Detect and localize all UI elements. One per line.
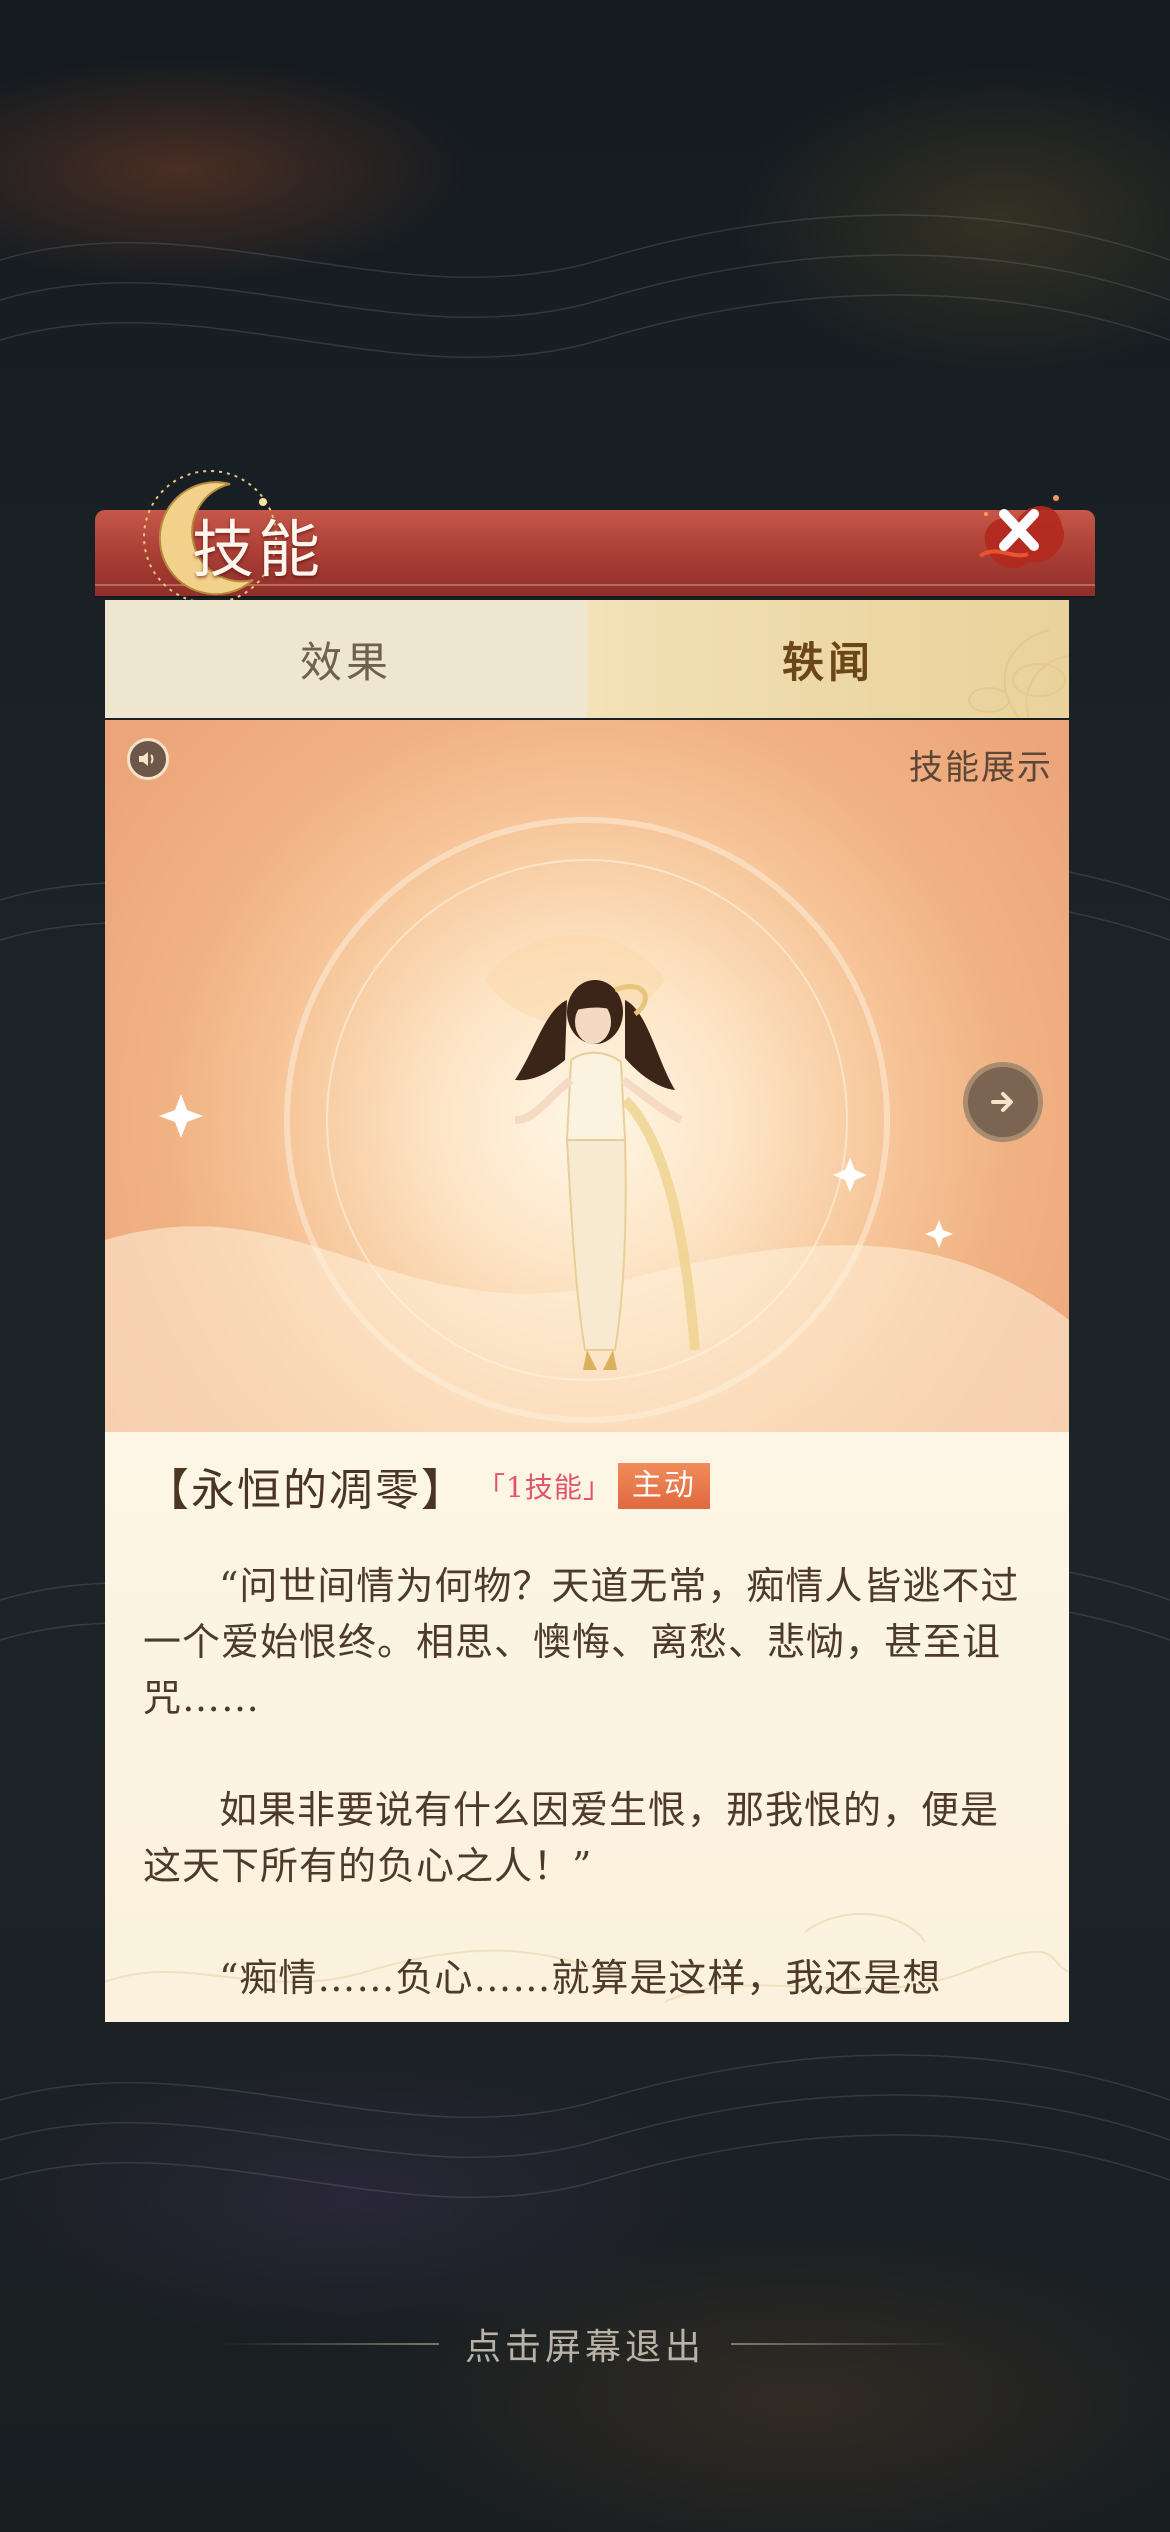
tab-lore[interactable]: 轶闻 [587,600,1069,718]
skill-slot-tag: 「1技能」 [477,1471,612,1504]
character-illustration [514,980,700,1370]
next-skill-button[interactable] [963,1062,1043,1142]
skill-description: 【永恒的凋零】 「1技能」 主动 “问世间情为何物？天道无常，痴情人皆逃不过一个… [105,1432,1069,2022]
speaker-icon [139,752,154,766]
page-title: 技能 [192,513,325,586]
skill-name: 【永恒的凋零】 [145,1465,467,1516]
tab-lore-label: 轶闻 [781,637,874,687]
lore-paragraph: “问世间情为何物？天道无常，痴情人皆逃不过一个爱始恨终。相思、懊悔、离愁、悲恸，… [143,1564,1020,1720]
lore-text[interactable]: “问世间情为何物？天道无常，痴情人皆逃不过一个爱始恨终。相思、懊悔、离愁、悲恸，… [143,1558,1033,2006]
lore-paragraph: 如果非要说有什么因爱生恨，那我恨的，便是这天下所有的负心之人！” [143,1788,1000,1888]
arrow-right-icon [991,1092,1013,1112]
close-button[interactable] [958,470,1078,590]
exit-hint-text: 点击屏幕退出 [464,2327,705,2368]
tab-bar: 效果 轶闻 [105,600,1069,718]
tab-flower-decoration [968,629,1069,718]
close-x-icon [978,495,1065,569]
skill-showcase: 技能展示 [105,720,1069,1432]
skill-type-badge: 主动 [617,1463,710,1509]
tab-effect[interactable]: 效果 [105,600,587,718]
skill-header: 【永恒的凋零】 「1技能」 主动 [145,1454,710,1518]
skill-showcase-label[interactable]: 技能展示 [909,740,1053,789]
divider-right [731,2343,951,2345]
divider-left [218,2343,439,2345]
exit-hint[interactable]: 点击屏幕退出 [0,2318,1170,2370]
lore-paragraph: “痴情……负心……就算是这样，我还是想 [219,1956,942,2000]
speaker-button[interactable] [127,738,169,780]
